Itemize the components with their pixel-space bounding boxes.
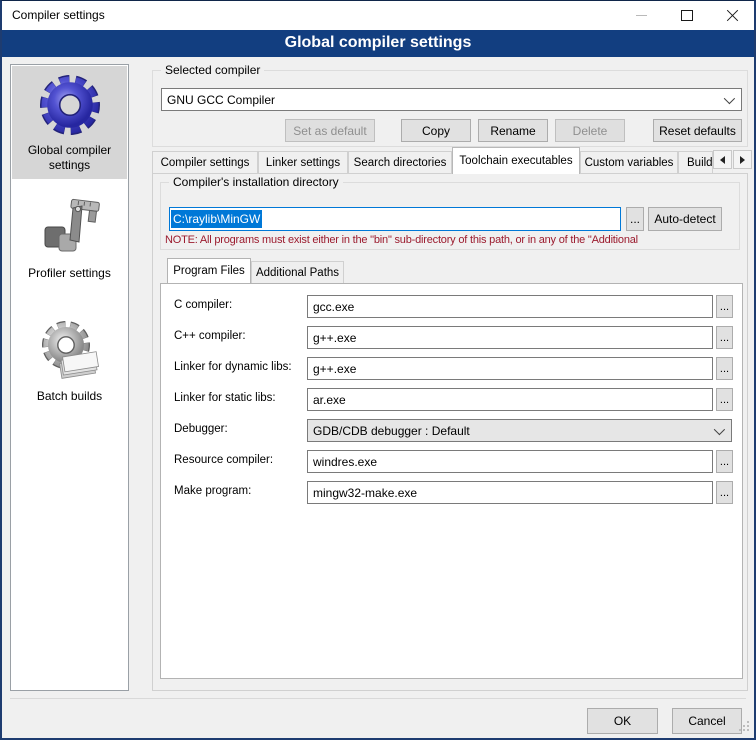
ok-button[interactable]: OK — [587, 708, 658, 734]
dynamic-linker-browse-button[interactable]: ... — [716, 357, 733, 380]
titlebar: Compiler settings — [2, 1, 754, 30]
set-as-default-button: Set as default — [285, 119, 375, 142]
resource-compiler-browse-button[interactable]: ... — [716, 450, 733, 473]
cpp-compiler-input[interactable]: g++.exe — [307, 326, 713, 349]
field-row-dynamic-linker: Linker for dynamic libs: g++.exe ... — [161, 357, 742, 380]
selected-compiler-group: Selected compiler GNU GCC Compiler Set a… — [152, 70, 748, 147]
dynamic-linker-input[interactable]: g++.exe — [307, 357, 713, 380]
program-files-page: C compiler: gcc.exe ... C++ compiler: g+… — [160, 283, 743, 679]
static-linker-label: Linker for static libs: — [174, 392, 276, 404]
browse-directory-button[interactable]: ... — [626, 207, 644, 231]
window-title: Compiler settings — [12, 8, 105, 22]
tab-build-options-truncated[interactable]: Build — [678, 151, 713, 174]
make-program-browse-button[interactable]: ... — [716, 481, 733, 504]
caliper-icon — [38, 196, 102, 260]
c-compiler-value: gcc.exe — [313, 300, 354, 314]
window-controls — [619, 1, 754, 30]
cpp-compiler-browse-button[interactable]: ... — [716, 326, 733, 349]
chevron-down-icon — [714, 424, 725, 435]
blue-gear-icon — [38, 73, 102, 137]
selected-compiler-group-label: Selected compiler — [161, 63, 264, 77]
compiler-select[interactable]: GNU GCC Compiler — [161, 88, 742, 111]
rename-button[interactable]: Rename — [478, 119, 548, 142]
sidebar-item-profiler-settings[interactable]: Profiler settings — [12, 189, 127, 293]
installation-directory-input[interactable]: C:\raylib\MinGW — [169, 207, 621, 231]
tab-scroll-left-button[interactable] — [713, 150, 732, 169]
resource-compiler-value: windres.exe — [313, 455, 377, 469]
c-compiler-label: C compiler: — [174, 299, 232, 311]
resource-compiler-label: Resource compiler: — [174, 454, 273, 466]
static-linker-input[interactable]: ar.exe — [307, 388, 713, 411]
cancel-button[interactable]: Cancel — [672, 708, 742, 734]
field-row-c-compiler: C compiler: gcc.exe ... — [161, 295, 742, 318]
make-program-input[interactable]: mingw32-make.exe — [307, 481, 713, 504]
tab-compiler-settings[interactable]: Compiler settings — [152, 151, 258, 174]
make-program-value: mingw32-make.exe — [313, 486, 417, 500]
subtab-program-files[interactable]: Program Files — [167, 258, 251, 283]
arrow-right-icon — [740, 156, 745, 164]
static-linker-browse-button[interactable]: ... — [716, 388, 733, 411]
field-row-make-program: Make program: mingw32-make.exe ... — [161, 481, 742, 504]
gray-gear-stack-icon — [38, 319, 102, 383]
field-row-debugger: Debugger: GDB/CDB debugger : Default — [161, 419, 742, 442]
maximize-icon — [681, 10, 693, 21]
close-icon — [726, 10, 738, 22]
debugger-label: Debugger: — [174, 423, 228, 435]
close-button[interactable] — [709, 1, 754, 30]
tab-search-directories[interactable]: Search directories — [348, 151, 452, 174]
sidebar-item-global-compiler-settings[interactable]: Global compiler settings — [12, 66, 127, 179]
chevron-down-icon — [724, 93, 735, 104]
copy-button[interactable]: Copy — [401, 119, 471, 142]
static-linker-value: ar.exe — [313, 393, 346, 407]
field-row-cpp-compiler: C++ compiler: g++.exe ... — [161, 326, 742, 349]
cpp-compiler-value: g++.exe — [313, 331, 356, 345]
compiler-settings-dialog: Compiler settings Global compiler settin… — [0, 0, 756, 740]
maximize-button[interactable] — [664, 1, 709, 30]
c-compiler-input[interactable]: gcc.exe — [307, 295, 713, 318]
sidebar-item-batch-builds[interactable]: Batch builds — [12, 312, 127, 418]
minimize-icon — [636, 15, 647, 16]
footer-divider — [10, 698, 746, 699]
directory-note: NOTE: All programs must exist either in … — [165, 234, 747, 246]
minimize-button — [619, 1, 664, 30]
compiler-select-value: GNU GCC Compiler — [167, 93, 275, 107]
delete-button: Delete — [555, 119, 625, 142]
sidebar-item-label: Global compiler settings — [14, 143, 126, 173]
settings-category-list: Global compiler settings Profiler settin… — [10, 64, 129, 691]
subtab-additional-paths[interactable]: Additional Paths — [251, 261, 344, 283]
dynamic-linker-label: Linker for dynamic libs: — [174, 361, 292, 373]
sidebar-item-label: Profiler settings — [14, 266, 126, 281]
page-title: Global compiler settings — [2, 30, 754, 57]
cpp-compiler-label: C++ compiler: — [174, 330, 246, 342]
installation-directory-value: C:\raylib\MinGW — [171, 210, 262, 228]
auto-detect-button[interactable]: Auto-detect — [648, 207, 722, 231]
sidebar-item-label: Batch builds — [14, 389, 126, 404]
arrow-left-icon — [720, 156, 725, 164]
debugger-select[interactable]: GDB/CDB debugger : Default — [307, 419, 732, 442]
tab-scroll-right-button[interactable] — [733, 150, 752, 169]
dynamic-linker-value: g++.exe — [313, 362, 356, 376]
field-row-static-linker: Linker for static libs: ar.exe ... — [161, 388, 742, 411]
toolchain-executables-page: Compiler's installation directory C:\ray… — [152, 173, 748, 691]
tab-linker-settings[interactable]: Linker settings — [258, 151, 348, 174]
reset-defaults-button[interactable]: Reset defaults — [653, 119, 742, 142]
tab-custom-variables[interactable]: Custom variables — [580, 151, 678, 174]
c-compiler-browse-button[interactable]: ... — [716, 295, 733, 318]
resource-compiler-input[interactable]: windres.exe — [307, 450, 713, 473]
tab-toolchain-executables[interactable]: Toolchain executables — [452, 147, 580, 174]
field-row-resource-compiler: Resource compiler: windres.exe ... — [161, 450, 742, 473]
debugger-value: GDB/CDB debugger : Default — [313, 424, 470, 438]
make-program-label: Make program: — [174, 485, 251, 497]
installation-directory-group-label: Compiler's installation directory — [169, 175, 343, 189]
resize-grip[interactable] — [738, 720, 750, 735]
